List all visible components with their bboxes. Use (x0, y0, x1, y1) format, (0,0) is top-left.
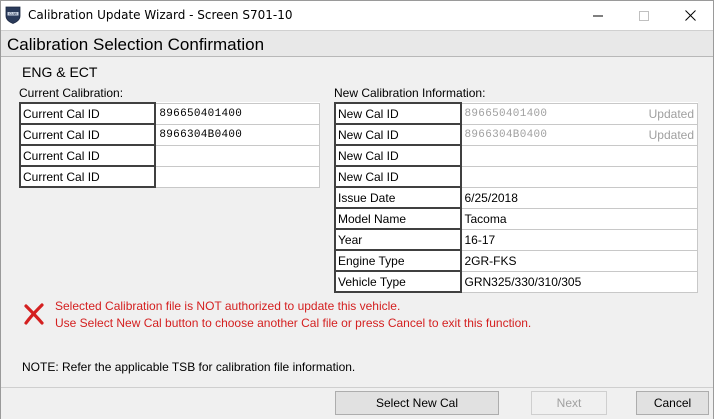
row-label: Engine Type (334, 249, 462, 272)
status-badge: Updated (648, 106, 694, 121)
title-bar[interactable]: CUW Calibration Update Wizard - Screen S… (1, 1, 713, 30)
table-row: New Cal ID (334, 144, 698, 167)
row-label: Issue Date (334, 186, 462, 209)
minimize-button[interactable] (575, 1, 621, 30)
cal-id-value: 896650401400 (464, 107, 548, 120)
cancel-button[interactable]: Cancel (636, 391, 709, 415)
maximize-icon (639, 10, 649, 21)
header-divider (1, 56, 713, 57)
row-label: Current Cal ID (18, 144, 157, 167)
new-calibration-label: New Calibration Information: (334, 86, 486, 100)
row-value: 6/25/2018 (460, 186, 698, 209)
table-row: Current Cal ID (18, 144, 321, 167)
row-label: New Cal ID (334, 102, 462, 125)
row-label: Current Cal ID (18, 123, 157, 146)
error-message-line-2: Use Select New Cal button to choose anot… (55, 316, 532, 330)
table-row: Year 16-17 (334, 228, 698, 251)
table-row: Current Cal ID 8966304B0400 (18, 123, 321, 146)
row-label: Model Name (334, 207, 462, 230)
row-value (154, 144, 321, 167)
row-value: GRN325/330/310/305 (460, 270, 698, 293)
table-row: New Cal ID 896650401400 Updated (334, 102, 698, 125)
row-value (460, 144, 698, 167)
error-x-icon (23, 303, 45, 325)
row-label: Year (334, 228, 462, 251)
error-message-line-1: Selected Calibration file is NOT authori… (55, 299, 401, 313)
close-button[interactable] (667, 1, 713, 30)
page-title: Calibration Selection Confirmation (7, 35, 265, 54)
window-title: Calibration Update Wizard - Screen S701-… (28, 8, 293, 22)
row-value: 8966304B0400 (154, 123, 321, 146)
close-icon (684, 10, 696, 21)
table-row: Current Cal ID (18, 165, 321, 188)
techstream-shield-icon: CUW (5, 6, 21, 24)
row-label: New Cal ID (334, 123, 462, 146)
current-calibration-label: Current Calibration: (19, 86, 124, 100)
wizard-window: CUW Calibration Update Wizard - Screen S… (0, 0, 714, 419)
table-row: Vehicle Type GRN325/330/310/305 (334, 270, 698, 293)
row-value (154, 165, 321, 188)
row-label: New Cal ID (334, 144, 462, 167)
row-value: Tacoma (460, 207, 698, 230)
table-row: Issue Date 6/25/2018 (334, 186, 698, 209)
module-name: ENG & ECT (22, 64, 98, 80)
minimize-icon (593, 15, 603, 16)
table-row: Model Name Tacoma (334, 207, 698, 230)
select-new-cal-button[interactable]: Select New Cal (335, 391, 499, 415)
next-button: Next (531, 391, 607, 415)
note-text: NOTE: Refer the applicable TSB for calib… (22, 360, 356, 374)
row-value: 896650401400 (154, 102, 321, 125)
current-calibration-table: Current Cal ID 896650401400 Current Cal … (18, 102, 321, 188)
table-row: Engine Type 2GR-FKS (334, 249, 698, 272)
row-label: New Cal ID (334, 165, 462, 188)
new-calibration-table: New Cal ID 896650401400 Updated New Cal … (334, 102, 698, 293)
row-value (460, 165, 698, 188)
table-row: New Cal ID (334, 165, 698, 188)
row-label: Current Cal ID (18, 102, 157, 125)
cal-id-value: 8966304B0400 (464, 128, 548, 141)
status-badge: Updated (648, 127, 694, 142)
table-row: New Cal ID 8966304B0400 Updated (334, 123, 698, 146)
row-value: 2GR-FKS (460, 249, 698, 272)
table-row: Current Cal ID 896650401400 (18, 102, 321, 125)
row-label: Current Cal ID (18, 165, 157, 188)
row-value: 16-17 (460, 228, 698, 251)
row-value: 8966304B0400 Updated (460, 123, 698, 146)
maximize-button (621, 1, 667, 30)
row-value: 896650401400 Updated (460, 102, 698, 125)
svg-text:CUW: CUW (9, 12, 18, 16)
row-label: Vehicle Type (334, 270, 462, 293)
